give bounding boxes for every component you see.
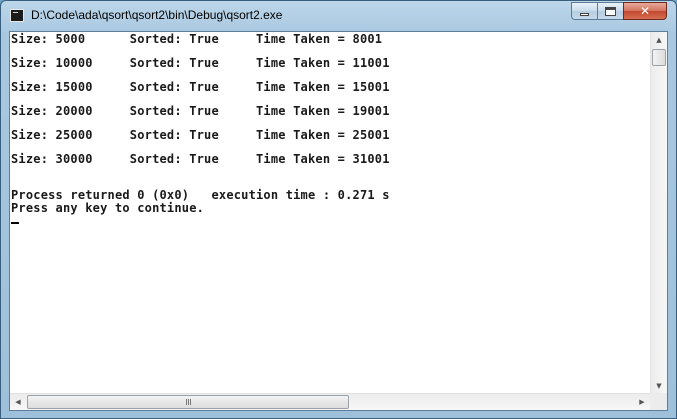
maximize-icon — [605, 6, 616, 16]
scroll-down-icon: ▼ — [656, 382, 662, 390]
scroll-left-icon: ◀ — [15, 398, 21, 406]
minimize-icon — [580, 12, 589, 16]
console-line-size-15000: Size: 15000 Sorted: True Time Taken = 15… — [11, 80, 390, 94]
horizontal-scrollbar[interactable]: ◀ ▶ — [10, 393, 650, 410]
close-button[interactable]: ✕ — [623, 2, 667, 20]
scroll-right-icon: ▶ — [639, 398, 645, 406]
maximize-button[interactable] — [597, 2, 623, 20]
scrollbar-corner — [650, 393, 667, 410]
text-cursor — [11, 222, 19, 224]
console-line-size-5000: Size: 5000 Sorted: True Time Taken = 800… — [11, 32, 383, 46]
console-window: D:\Code\ada\qsort\qsort2\bin\Debug\qsort… — [0, 0, 677, 419]
console-client-area: Size: 5000 Sorted: True Time Taken = 800… — [9, 31, 668, 411]
console-line-size-10000: Size: 10000 Sorted: True Time Taken = 11… — [11, 56, 390, 70]
scroll-up-button[interactable]: ▲ — [651, 32, 667, 48]
caption-buttons: ✕ — [571, 2, 667, 20]
vertical-scrollbar[interactable]: ▲ ▼ — [650, 32, 667, 394]
scroll-down-button[interactable]: ▼ — [651, 378, 667, 394]
scroll-up-icon: ▲ — [656, 36, 662, 44]
console-line-size-30000: Size: 30000 Sorted: True Time Taken = 31… — [11, 152, 390, 166]
window-title: D:\Code\ada\qsort\qsort2\bin\Debug\qsort… — [31, 8, 283, 22]
title-bar[interactable]: D:\Code\ada\qsort\qsort2\bin\Debug\qsort… — [1, 1, 676, 31]
console-line-press-any-key: Press any key to continue. — [11, 201, 205, 215]
thumb-grip-icon — [185, 399, 191, 405]
horizontal-scroll-thumb[interactable] — [27, 395, 349, 409]
console-line-process-returned: Process returned 0 (0x0) execution time … — [11, 188, 390, 202]
vertical-scroll-thumb[interactable] — [652, 49, 666, 66]
console-app-icon[interactable] — [10, 9, 24, 22]
scroll-right-button[interactable]: ▶ — [634, 394, 650, 410]
minimize-button[interactable] — [571, 2, 597, 20]
scroll-left-button[interactable]: ◀ — [10, 394, 26, 410]
console-line-size-20000: Size: 20000 Sorted: True Time Taken = 19… — [11, 104, 390, 118]
close-icon: ✕ — [639, 4, 651, 18]
app-icon-cursor — [13, 12, 18, 13]
console-output[interactable]: Size: 5000 Sorted: True Time Taken = 800… — [10, 32, 650, 394]
console-line-size-25000: Size: 25000 Sorted: True Time Taken = 25… — [11, 128, 390, 142]
